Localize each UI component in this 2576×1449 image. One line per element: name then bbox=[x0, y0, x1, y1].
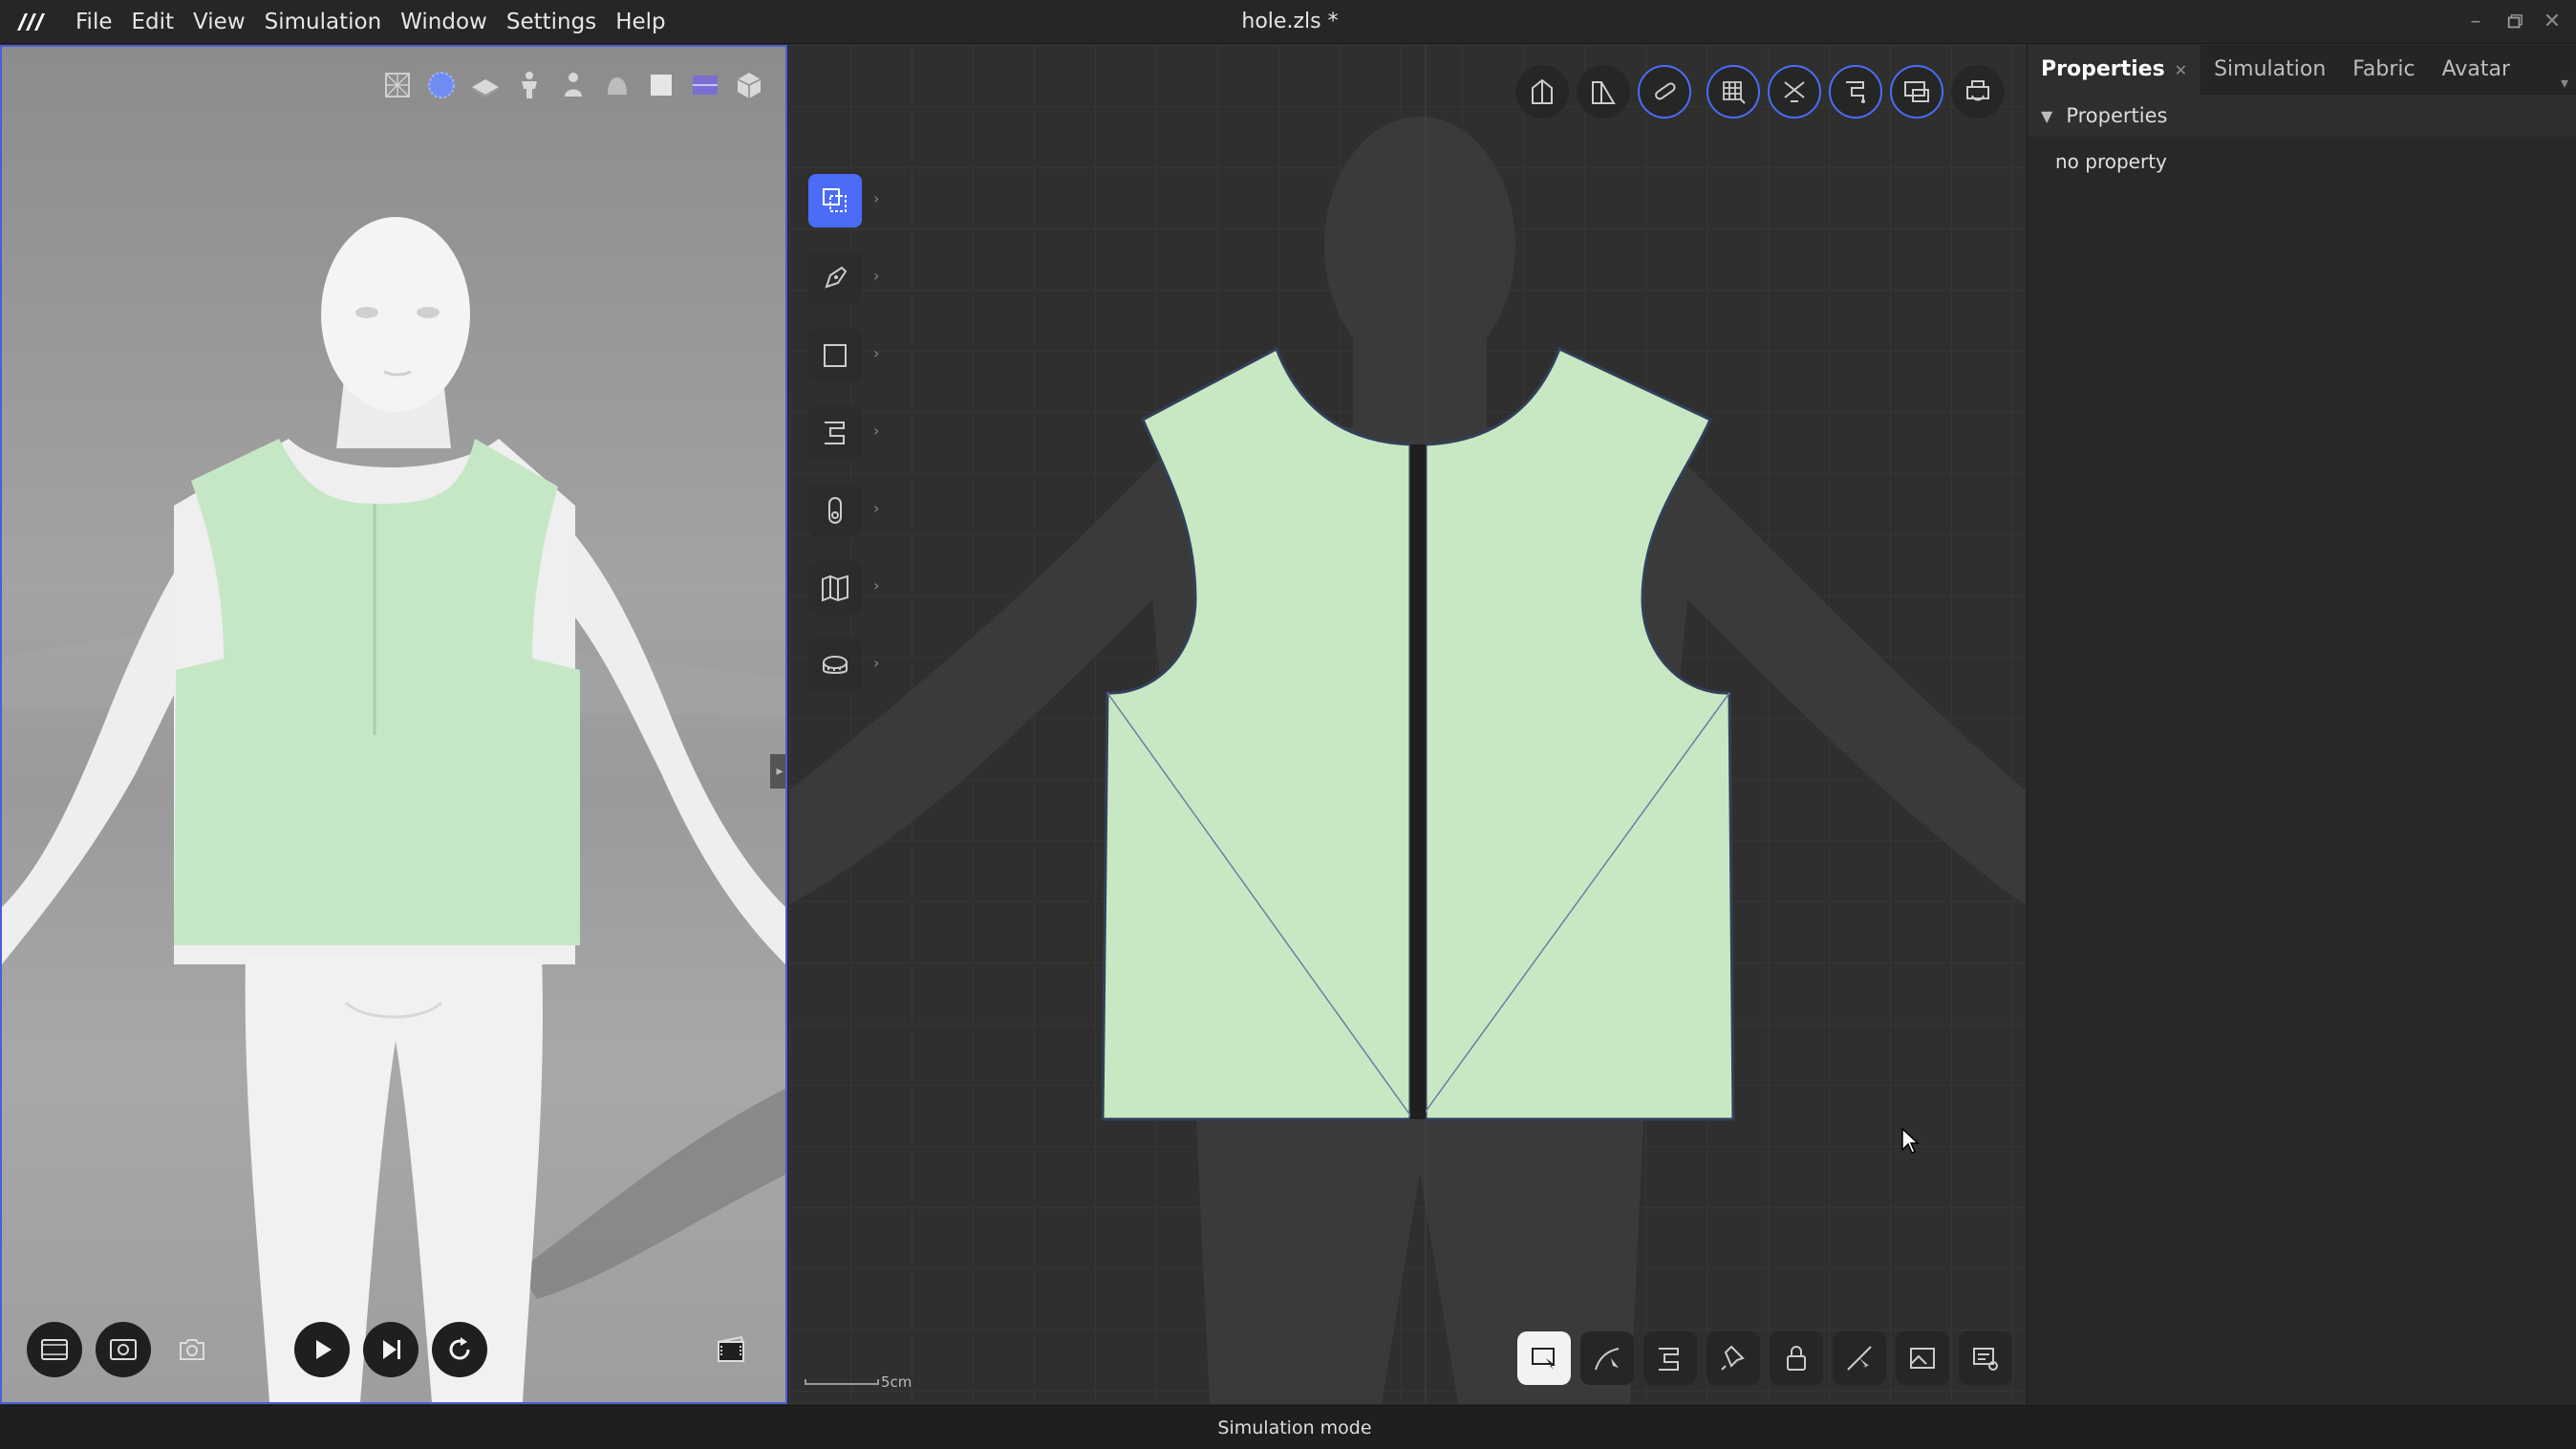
lock-icon[interactable] bbox=[1770, 1331, 1823, 1385]
pattern-window-2d[interactable]: › › › › › › › 5cm bbox=[789, 45, 2026, 1404]
right-panel: Properties ✕ Simulation Fabric Avatar ▾ ▼… bbox=[2027, 44, 2576, 1404]
step-forward-icon[interactable] bbox=[363, 1322, 419, 1377]
reset-icon[interactable] bbox=[432, 1322, 487, 1377]
tape-icon[interactable] bbox=[1638, 65, 1691, 119]
snapshot-view-icon[interactable] bbox=[96, 1322, 151, 1377]
video-icon[interactable] bbox=[703, 1322, 759, 1377]
close-icon[interactable]: ✕ bbox=[2538, 8, 2566, 36]
box-3d-icon[interactable] bbox=[732, 68, 766, 102]
menu-file[interactable]: File bbox=[67, 10, 121, 34]
trim-icon[interactable] bbox=[1768, 65, 1821, 119]
side-toolbar: › › › › › › › bbox=[808, 174, 879, 716]
pattern-edit-icon[interactable] bbox=[1577, 65, 1630, 119]
viewport-3d-controls bbox=[27, 1322, 762, 1381]
pen-icon[interactable]: › bbox=[808, 251, 879, 305]
menu-window[interactable]: Window bbox=[392, 10, 496, 34]
collapse-handle[interactable]: ▸ bbox=[770, 754, 785, 789]
garment-icon[interactable] bbox=[600, 68, 634, 102]
render-icon[interactable] bbox=[27, 1322, 82, 1377]
transform-icon[interactable] bbox=[1517, 1331, 1571, 1385]
title-bar: File Edit View Simulation Window Setting… bbox=[0, 0, 2576, 44]
menu-edit[interactable]: Edit bbox=[123, 10, 183, 34]
grid-icon[interactable] bbox=[1707, 65, 1760, 119]
avatar-scene bbox=[2, 217, 785, 1402]
top-toolbar bbox=[1515, 65, 2005, 119]
select-move-icon[interactable]: › bbox=[808, 174, 879, 227]
viewport-3d-toolbar bbox=[380, 68, 766, 102]
clo-logo-icon bbox=[17, 13, 45, 31]
menu-help[interactable]: Help bbox=[607, 10, 674, 34]
section-title: Properties bbox=[2066, 104, 2168, 127]
texture-icon[interactable] bbox=[688, 68, 722, 102]
scale-bar bbox=[805, 1379, 879, 1385]
pattern-piece-left[interactable] bbox=[1101, 346, 1412, 1121]
panel-menu-icon[interactable]: ▾ bbox=[2561, 74, 2568, 92]
floor-icon[interactable] bbox=[468, 68, 503, 102]
collapse-triangle-icon: ▼ bbox=[2041, 106, 2053, 125]
tab-fabric[interactable]: Fabric bbox=[2339, 45, 2428, 95]
tab-avatar[interactable]: Avatar bbox=[2429, 45, 2523, 95]
options-icon[interactable] bbox=[1959, 1331, 2012, 1385]
menu-settings[interactable]: Settings bbox=[498, 10, 605, 34]
tab-properties[interactable]: Properties ✕ bbox=[2028, 44, 2201, 95]
segment-icon[interactable] bbox=[1643, 1331, 1697, 1385]
no-property-text: no property bbox=[2055, 150, 2167, 173]
tab-properties-label: Properties bbox=[2041, 56, 2165, 81]
status-mode: Simulation mode bbox=[1217, 1417, 1372, 1438]
document-title: hole.zls * bbox=[1241, 10, 1339, 33]
menu-view[interactable]: View bbox=[184, 10, 254, 34]
avatar-silhouette-icon[interactable] bbox=[556, 68, 590, 102]
screen-icon[interactable] bbox=[1890, 65, 1943, 119]
edit-point-icon[interactable] bbox=[1833, 1331, 1886, 1385]
minimize-icon[interactable]: – bbox=[2461, 8, 2490, 36]
pattern-canvas bbox=[789, 45, 2026, 1404]
tab-simulation[interactable]: Simulation bbox=[2200, 45, 2339, 95]
camera-icon[interactable] bbox=[164, 1322, 220, 1377]
fold-icon[interactable]: › bbox=[808, 561, 879, 615]
wireframe-icon[interactable] bbox=[380, 68, 415, 102]
printer-icon[interactable] bbox=[1951, 65, 2005, 119]
measure-icon[interactable]: › bbox=[808, 638, 879, 692]
rectangle-icon[interactable]: › bbox=[808, 329, 879, 382]
cube-icon[interactable] bbox=[644, 68, 678, 102]
menu-simulation[interactable]: Simulation bbox=[256, 10, 391, 34]
tab-close-icon[interactable]: ✕ bbox=[2175, 61, 2187, 79]
zipper-icon[interactable]: › bbox=[808, 484, 879, 537]
sew-display-icon[interactable] bbox=[1829, 65, 1882, 119]
sewing-icon[interactable]: › bbox=[808, 406, 879, 460]
properties-section-header[interactable]: ▼ Properties bbox=[2028, 95, 2576, 137]
bottom-toolbar bbox=[1517, 1331, 2012, 1385]
curve-icon[interactable] bbox=[1580, 1331, 1634, 1385]
panel-tabs: Properties ✕ Simulation Fabric Avatar bbox=[2028, 44, 2576, 95]
pattern-piece-right[interactable] bbox=[1424, 346, 1735, 1121]
viewport-3d[interactable]: ▸ bbox=[0, 45, 787, 1404]
maximize-icon[interactable] bbox=[2501, 8, 2529, 36]
image-icon[interactable] bbox=[1896, 1331, 1949, 1385]
mouse-cursor-icon bbox=[1901, 1127, 1920, 1154]
fabric-sphere-icon[interactable] bbox=[424, 68, 459, 102]
pin-icon[interactable] bbox=[1707, 1331, 1760, 1385]
avatar-icon[interactable] bbox=[512, 68, 547, 102]
scale-label: 5cm bbox=[881, 1373, 912, 1391]
play-icon[interactable] bbox=[294, 1322, 350, 1377]
status-bar: Simulation mode bbox=[0, 1405, 2576, 1449]
menu-bar: File Edit View Simulation Window Setting… bbox=[67, 0, 676, 44]
pattern-house-icon[interactable] bbox=[1515, 65, 1569, 119]
